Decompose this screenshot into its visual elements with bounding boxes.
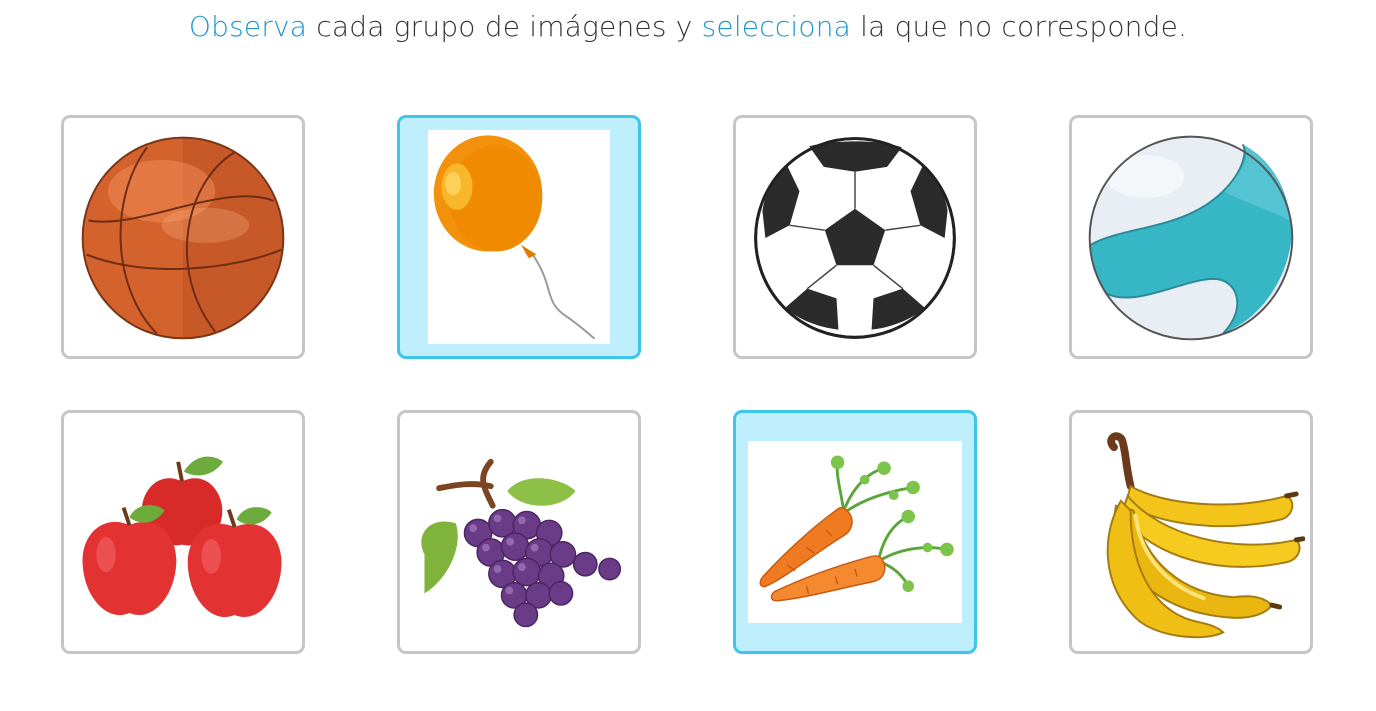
option-card-grapes[interactable] xyxy=(397,410,641,654)
option-card-apples[interactable] xyxy=(61,410,305,654)
option-card-bananas[interactable] xyxy=(1069,410,1313,654)
balloon-icon xyxy=(433,135,596,340)
image-grid xyxy=(0,0,1376,711)
grapes-icon xyxy=(421,458,622,628)
basketball-icon xyxy=(81,136,285,340)
soccer-ball-icon xyxy=(754,137,956,339)
apples-icon xyxy=(82,456,282,617)
beach-ball-icon xyxy=(1088,135,1294,341)
option-card-basketball[interactable] xyxy=(61,115,305,359)
option-card-carrots[interactable] xyxy=(733,410,977,654)
option-card-soccer-ball[interactable] xyxy=(733,115,977,359)
carrots-icon xyxy=(759,455,954,602)
option-card-beach-ball[interactable] xyxy=(1069,115,1313,359)
bananas-icon xyxy=(1106,432,1305,639)
option-card-balloon[interactable] xyxy=(397,115,641,359)
